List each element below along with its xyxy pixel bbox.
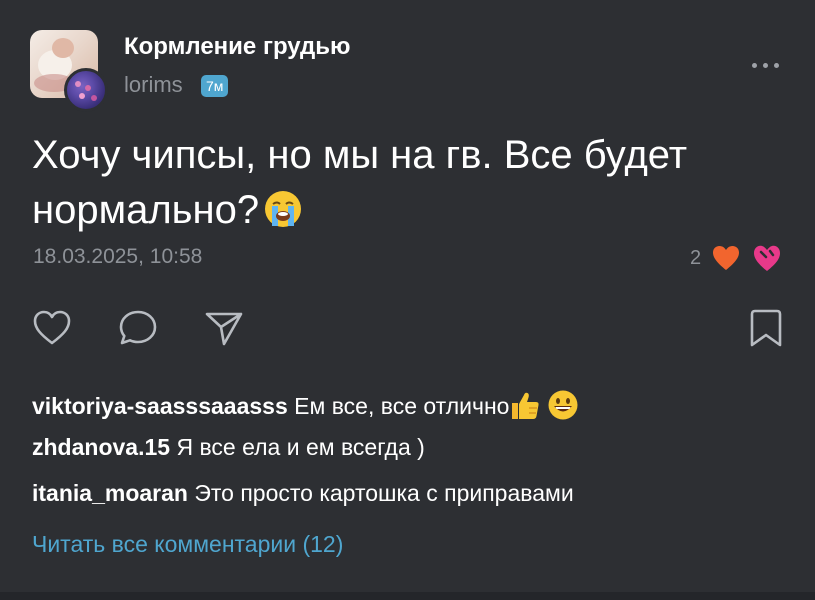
share-button[interactable] [204,308,244,348]
comment-text: Я все ела и ем всегда ) [176,434,425,460]
author-name[interactable]: lorims [124,72,183,98]
bookmark-icon [750,309,782,347]
comment-user[interactable]: viktoriya-saasssaaasss [32,393,288,419]
thumbs-up-emoji-icon [512,392,540,419]
bookmark-button[interactable] [746,308,786,348]
comment-text: Это просто картошка с приправами [194,480,574,506]
send-icon [205,312,243,346]
heart-sticker-reaction-icon [754,245,780,271]
heart-reaction-icon [713,246,739,270]
post-text-content: Хочу чипсы, но мы на гв. Все будет норма… [32,133,688,232]
post-date: 18.03.2025, 10:58 [33,245,203,268]
grinning-face-emoji-icon [548,390,578,420]
read-all-comments-link[interactable]: Читать все комментарии (12) [32,531,343,558]
comment-button[interactable] [118,308,158,348]
comment-item[interactable]: zhdanova.15 Я все ела и ем всегда ) [32,434,425,461]
feed-divider [0,592,815,600]
time-badge: 7м [201,75,229,97]
crying-face-emoji-icon [265,191,302,227]
comment-user[interactable]: itania_moaran [32,480,188,506]
group-title[interactable]: Кормление грудью [124,33,351,61]
heart-icon [33,310,71,345]
comment-text: Ем все, все отлично [294,393,510,419]
more-dots-icon[interactable] [748,58,784,72]
comment-item[interactable]: viktoriya-saasssaaasss Ем все, все отлич… [32,389,579,421]
author-avatar[interactable] [64,68,108,112]
comment-item[interactable]: itania_moaran Это просто картошка с прип… [32,480,574,507]
reaction-count: 2 [690,247,702,269]
comment-user[interactable]: zhdanova.15 [32,434,170,460]
post-text: Хочу чипсы, но мы на гв. Все будет норма… [32,128,772,238]
post-card: Кормление грудью lorims 7м Хочу чипсы, н… [0,0,815,592]
like-button[interactable] [32,308,72,348]
group-avatar[interactable] [30,30,108,112]
comment-bubble-icon [119,310,157,345]
